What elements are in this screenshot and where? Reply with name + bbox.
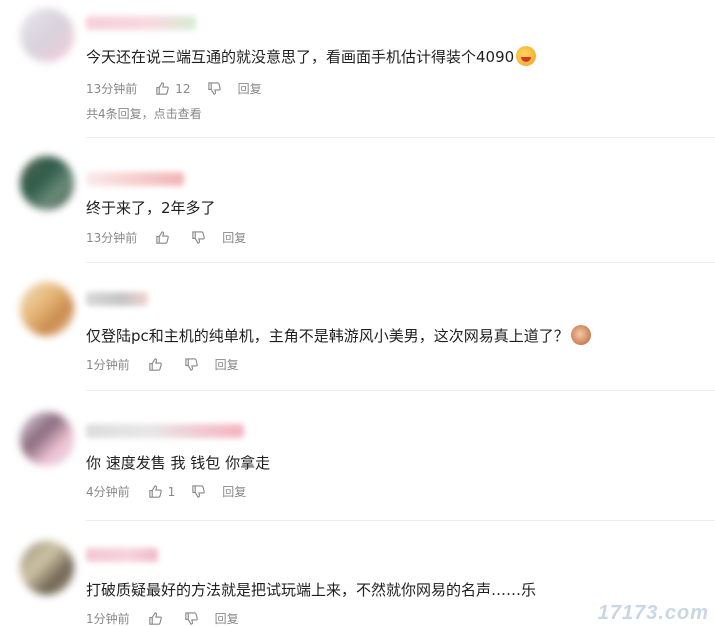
thumb-down-icon bbox=[207, 82, 221, 95]
avatar[interactable] bbox=[20, 282, 74, 336]
thumb-down-icon bbox=[192, 485, 206, 498]
avatar[interactable] bbox=[20, 156, 74, 210]
timestamp: 4分钟前 bbox=[86, 485, 130, 499]
like-button[interactable] bbox=[148, 611, 168, 626]
like-button[interactable] bbox=[148, 357, 168, 372]
timestamp: 1分钟前 bbox=[86, 612, 130, 626]
comment-meta: 13分钟前 12 回复 bbox=[86, 80, 262, 97]
avatar[interactable] bbox=[20, 541, 74, 595]
timestamp: 1分钟前 bbox=[86, 358, 130, 372]
reply-button[interactable]: 回复 bbox=[238, 80, 262, 97]
comment-text: 终于来了，2年多了 bbox=[86, 199, 216, 217]
divider bbox=[86, 262, 715, 263]
thumb-up-icon bbox=[148, 612, 162, 625]
divider bbox=[86, 390, 715, 391]
face-emoji-icon bbox=[516, 46, 537, 66]
comment-text: 仅登陆pc和主机的纯单机，主角不是韩游风小美男，这次网易真上道了？ bbox=[86, 325, 591, 346]
thumb-down-icon bbox=[184, 612, 198, 625]
thumb-down-icon bbox=[184, 358, 198, 371]
comment-text: 你 速度发售 我 钱包 你拿走 bbox=[86, 454, 271, 472]
view-replies-link[interactable]: 共4条回复，点击查看 bbox=[86, 105, 202, 122]
dislike-button[interactable] bbox=[184, 611, 199, 626]
dislike-button[interactable] bbox=[191, 230, 206, 245]
thumb-up-icon bbox=[148, 485, 162, 498]
comment-text: 打破质疑最好的方法就是把试玩端上来，不然就你网易的名声……乐 bbox=[86, 581, 537, 599]
reply-button[interactable]: 回复 bbox=[215, 356, 239, 373]
timestamp: 13分钟前 bbox=[86, 82, 138, 96]
comment-meta: 13分钟前 回复 bbox=[86, 229, 246, 246]
thumb-down-icon bbox=[192, 231, 206, 244]
site-watermark: 17173.com bbox=[597, 602, 709, 624]
avatar[interactable] bbox=[20, 412, 74, 466]
like-button[interactable] bbox=[155, 230, 175, 245]
like-count: 12 bbox=[175, 81, 191, 96]
comment-text: 今天还在说三端互通的就没意思了，看画面手机估计得装个4090 bbox=[86, 46, 537, 67]
dislike-button[interactable] bbox=[184, 357, 199, 372]
username[interactable] bbox=[86, 292, 148, 306]
divider bbox=[86, 137, 715, 138]
username[interactable] bbox=[86, 16, 196, 30]
thumb-up-icon bbox=[156, 82, 170, 95]
face-emoji-icon bbox=[570, 325, 591, 345]
dislike-button[interactable] bbox=[191, 484, 206, 499]
like-count: 1 bbox=[167, 484, 176, 499]
thumb-up-icon bbox=[156, 231, 170, 244]
like-button[interactable]: 1 bbox=[148, 484, 176, 499]
comment-meta: 1分钟前 回复 bbox=[86, 356, 239, 373]
thumb-up-icon bbox=[148, 358, 162, 371]
reply-button[interactable]: 回复 bbox=[222, 229, 246, 246]
reply-button[interactable]: 回复 bbox=[222, 483, 246, 500]
reply-button[interactable]: 回复 bbox=[215, 610, 239, 627]
username[interactable] bbox=[86, 548, 158, 562]
divider bbox=[86, 520, 715, 521]
dislike-button[interactable] bbox=[207, 81, 222, 96]
username[interactable] bbox=[86, 424, 244, 438]
avatar[interactable] bbox=[20, 8, 74, 62]
like-button[interactable]: 12 bbox=[155, 81, 191, 96]
timestamp: 13分钟前 bbox=[86, 231, 138, 245]
comment-meta: 1分钟前 回复 bbox=[86, 610, 239, 627]
username[interactable] bbox=[86, 172, 184, 186]
comment-meta: 4分钟前 1 回复 bbox=[86, 483, 246, 500]
